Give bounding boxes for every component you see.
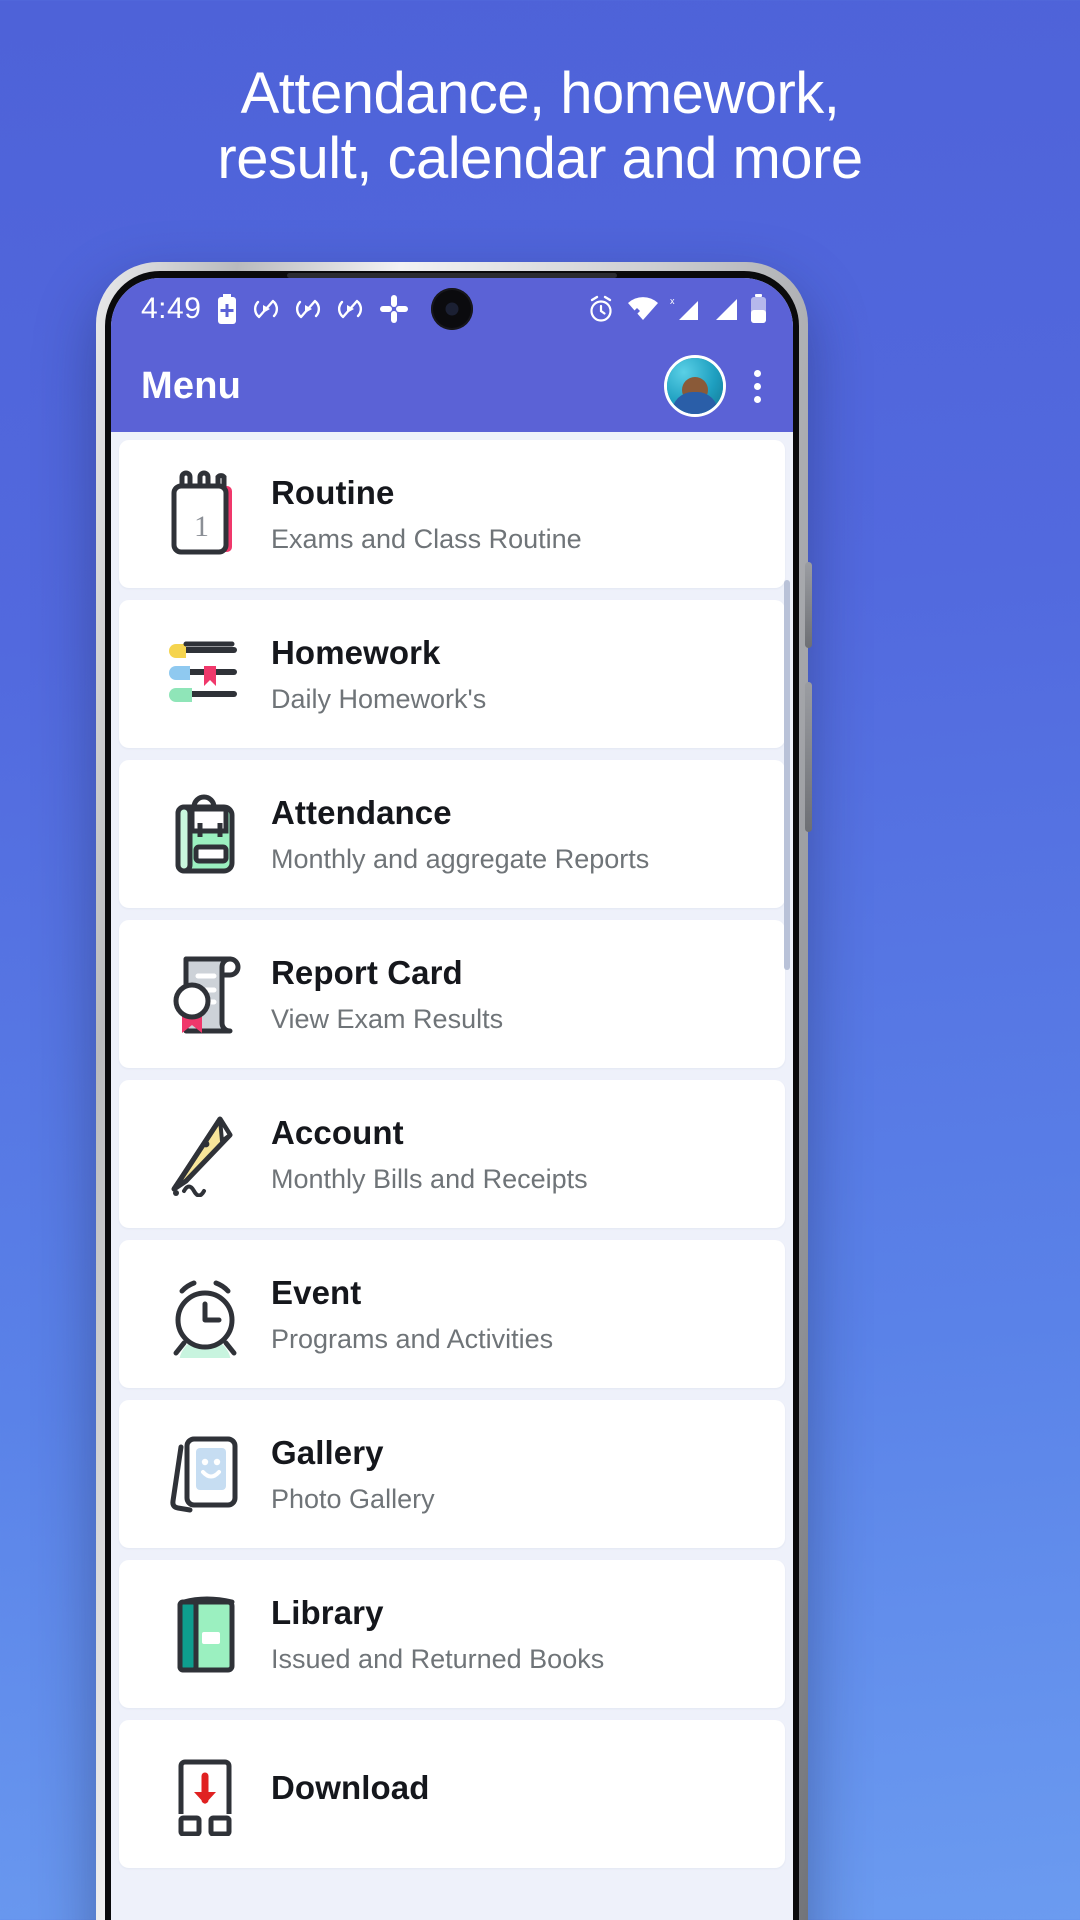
- svg-text:x: x: [670, 296, 675, 306]
- menu-item-title: Routine: [271, 473, 395, 511]
- menu-item-text: Library Issued and Returned Books: [265, 1594, 604, 1675]
- menu-item-subtitle: View Exam Results: [271, 1003, 504, 1034]
- menu-item-title: Library: [271, 1593, 384, 1631]
- battery-icon: [751, 294, 766, 323]
- phone-screen: 4:49 x Menu 1 Routine Exams and Class Ro…: [111, 278, 793, 1920]
- kebab-dot: [754, 395, 761, 403]
- app-bar-actions: [664, 355, 771, 417]
- power-button[interactable]: [805, 562, 812, 648]
- menu-item-homework[interactable]: Homework Daily Homework's: [119, 600, 785, 748]
- menu-item-report-card[interactable]: Report Card View Exam Results: [119, 920, 785, 1068]
- menu-item-text: Event Programs and Activities: [265, 1274, 553, 1355]
- front-camera-punch-hole: [431, 288, 473, 330]
- book-icon: [145, 1586, 265, 1682]
- photos-icon: [145, 1426, 265, 1522]
- status-bar-right: x: [586, 294, 767, 324]
- menu-item-title: Homework: [271, 633, 441, 671]
- phone-bezel: 4:49 x Menu 1 Routine Exams and Class Ro…: [105, 271, 799, 1920]
- app-bar: Menu: [111, 340, 793, 432]
- menu-item-account[interactable]: Account Monthly Bills and Receipts: [119, 1080, 785, 1228]
- certificate-icon: [145, 946, 265, 1042]
- signal-no-sim-icon: x: [670, 296, 698, 320]
- alarm-icon: [590, 295, 612, 322]
- menu-item-event[interactable]: Event Programs and Activities: [119, 1240, 785, 1388]
- battery-plus-icon: [218, 294, 237, 324]
- menu-item-download[interactable]: Download: [119, 1720, 785, 1868]
- menu-item-title: Download: [271, 1769, 430, 1806]
- promo-headline: Attendance, homework, result, calendar a…: [0, 61, 1080, 192]
- backpack-icon: [145, 786, 265, 882]
- download-icon: [145, 1746, 265, 1842]
- menu-item-routine[interactable]: 1 Routine Exams and Class Routine: [119, 440, 785, 588]
- volume-button[interactable]: [805, 682, 812, 832]
- menu-item-gallery[interactable]: Gallery Photo Gallery: [119, 1400, 785, 1548]
- menu-item-text: Routine Exams and Class Routine: [265, 474, 582, 555]
- menu-item-subtitle: Issued and Returned Books: [271, 1643, 605, 1674]
- menu-item-text: Report Card View Exam Results: [265, 954, 503, 1035]
- calendar-icon: 1: [145, 466, 265, 562]
- menu-item-subtitle: Daily Homework's: [271, 683, 487, 714]
- page-title: Menu: [141, 364, 242, 407]
- menu-list[interactable]: 1 Routine Exams and Class Routine Homewo…: [111, 432, 793, 1920]
- menu-item-subtitle: Photo Gallery: [271, 1483, 435, 1514]
- alarm-clock-icon: [145, 1266, 265, 1362]
- status-bar: 4:49 x: [111, 278, 793, 340]
- silent-bell-icon: [254, 299, 279, 319]
- menu-item-title: Report Card: [271, 953, 463, 991]
- menu-item-title: Event: [271, 1273, 362, 1311]
- fountain-pen-icon: [145, 1106, 265, 1202]
- promo-line-2: result, calendar and more: [217, 125, 863, 191]
- scrollbar-thumb[interactable]: [784, 580, 790, 970]
- menu-item-text: Attendance Monthly and aggregate Reports: [265, 794, 649, 875]
- menu-item-subtitle: Programs and Activities: [271, 1323, 554, 1354]
- menu-item-subtitle: Monthly Bills and Receipts: [271, 1163, 588, 1194]
- menu-item-title: Attendance: [271, 793, 452, 831]
- menu-item-subtitle: Monthly and aggregate Reports: [271, 843, 650, 874]
- menu-item-library[interactable]: Library Issued and Returned Books: [119, 1560, 785, 1708]
- menu-item-text: Homework Daily Homework's: [265, 634, 486, 715]
- slack-icon: [380, 295, 409, 323]
- kebab-dot: [754, 382, 761, 390]
- menu-item-subtitle: Exams and Class Routine: [271, 523, 582, 554]
- overflow-menu-icon[interactable]: [744, 362, 771, 411]
- silent-bell-icon: [338, 299, 363, 319]
- silent-bell-icon: [296, 299, 321, 319]
- svg-text:1: 1: [194, 510, 209, 543]
- menu-item-attendance[interactable]: Attendance Monthly and aggregate Reports: [119, 760, 785, 908]
- signal-bars-icon: [716, 299, 737, 320]
- menu-item-text: Account Monthly Bills and Receipts: [265, 1114, 588, 1195]
- books-icon: [145, 626, 265, 722]
- promo-line-1: Attendance, homework,: [240, 61, 840, 126]
- phone-device-frame: 4:49 x Menu 1 Routine Exams and Class Ro…: [96, 262, 812, 1920]
- status-bar-left: 4:49: [141, 292, 409, 326]
- kebab-dot: [754, 369, 761, 377]
- wifi-icon: [628, 297, 658, 320]
- menu-item-text: Download: [265, 1769, 429, 1819]
- avatar[interactable]: [664, 355, 726, 417]
- menu-item-title: Account: [271, 1113, 404, 1151]
- menu-item-text: Gallery Photo Gallery: [265, 1434, 435, 1515]
- status-bar-clock: 4:49: [141, 292, 202, 325]
- menu-item-title: Gallery: [271, 1433, 384, 1471]
